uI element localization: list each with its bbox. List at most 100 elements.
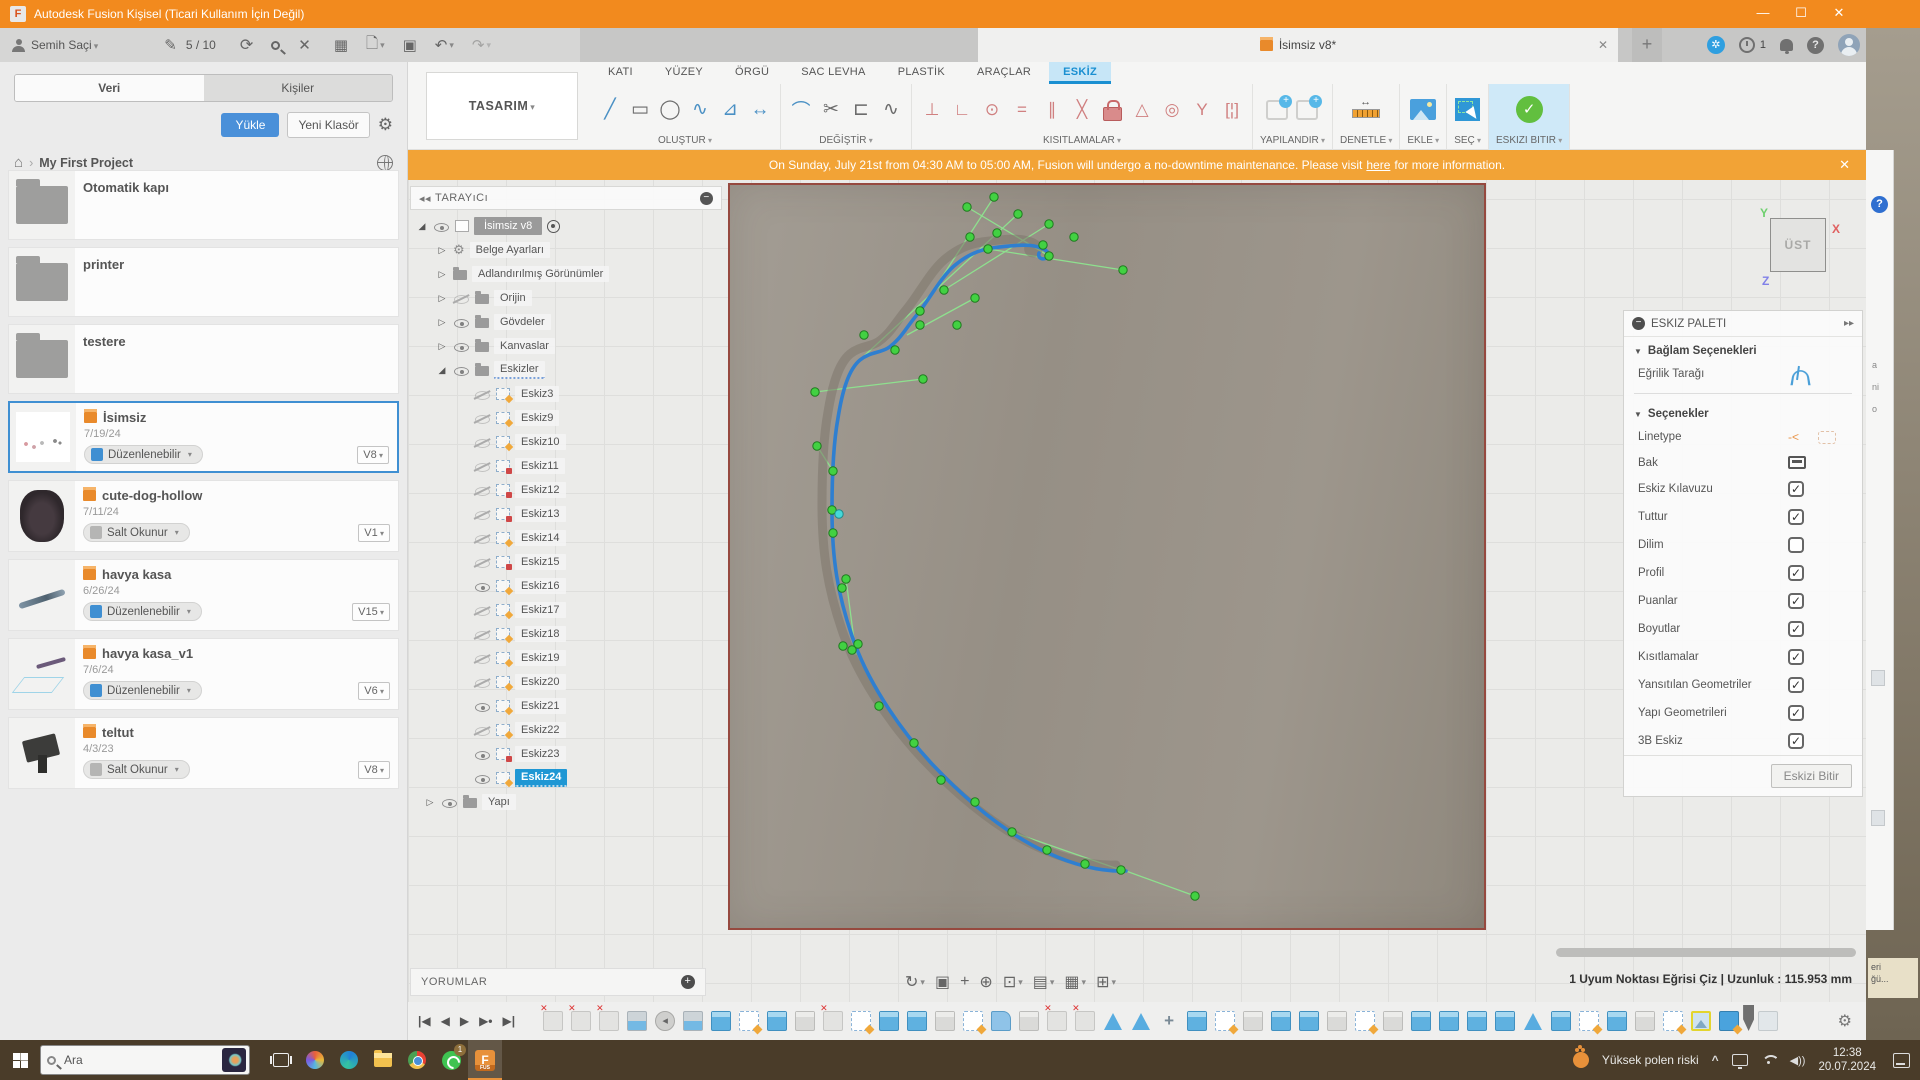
timeline-feature-sketch-24[interactable] [1215, 1011, 1236, 1031]
folder-card[interactable]: Otomatik kapı [8, 170, 399, 240]
tangent-icon[interactable]: ⊙ [979, 95, 1005, 125]
visibility-eye-icon[interactable] [453, 363, 470, 378]
file-card-cute-dog-hollow[interactable]: cute-dog-hollow 7/11/24 Salt Okunur V1 [8, 480, 399, 552]
browser-node-eskizler[interactable]: ◢ Eskizler [410, 358, 722, 382]
visibility-eye-icon[interactable] [474, 699, 491, 714]
sketch-label[interactable]: Eskiz3 [515, 386, 560, 402]
sketch-row-eskiz13[interactable]: Eskiz13 [410, 502, 722, 526]
freeform-icon[interactable]: ∿ [878, 95, 904, 125]
equal-icon[interactable]: = [1009, 95, 1035, 125]
cancel-icon[interactable]: ✕ [298, 36, 311, 54]
weather-text[interactable]: Yüksek polen riski [1602, 1053, 1699, 1067]
add-comment-icon[interactable]: + [681, 975, 695, 989]
horizontal-scrollbar[interactable] [1556, 948, 1856, 957]
ribbon-group-label[interactable]: DENETLE [1340, 135, 1392, 150]
timeline-feature-gray-9[interactable] [795, 1011, 816, 1031]
checkbox[interactable]: ✓ [1788, 733, 1804, 749]
notification-clock-icon[interactable] [1738, 37, 1755, 53]
refresh-icon[interactable]: ⟳ [240, 35, 253, 55]
expander-icon[interactable]: ▷ [436, 293, 448, 304]
timeline-feature-gray-17[interactable] [1019, 1011, 1040, 1031]
playback-0[interactable]: |◀ [418, 1014, 431, 1028]
timeline-feature-cube-33[interactable] [1467, 1011, 1488, 1031]
version-selector[interactable]: V1 [358, 523, 390, 542]
version-selector[interactable]: V15 [352, 602, 390, 621]
palette-handle-icon[interactable]: − [1632, 317, 1645, 330]
sketch-row-eskiz14[interactable]: Eskiz14 [410, 526, 722, 550]
user-name[interactable]: Semih Saçi [31, 38, 92, 52]
coincident-icon[interactable]: ⊥ [919, 95, 945, 125]
visibility-eye-icon[interactable] [474, 555, 491, 570]
rectangle-icon[interactable]: ▭ [627, 95, 653, 125]
visibility-eye-icon[interactable] [474, 723, 491, 738]
timeline-feature-move-22[interactable] [1159, 1011, 1179, 1031]
timeline-feature-cube-26[interactable] [1271, 1011, 1292, 1031]
sketch-label[interactable]: Eskiz15 [515, 554, 566, 570]
sketch-label[interactable]: Eskiz22 [515, 722, 566, 738]
folder-card[interactable]: printer [8, 247, 399, 317]
checkbox[interactable]: ✓ [1788, 509, 1804, 525]
browser-node-kanvaslar[interactable]: ▷ Kanvaslar [410, 334, 722, 358]
version-selector[interactable]: V6 [358, 681, 390, 700]
timeline-feature-cube-13[interactable] [907, 1011, 928, 1031]
visibility-eye-icon[interactable] [474, 603, 491, 618]
search-icon[interactable] [271, 40, 281, 50]
ribbon-group-label[interactable]: KISITLAMALAR [1043, 135, 1121, 150]
visibility-eye-icon[interactable] [441, 795, 458, 810]
midpoint-icon[interactable]: Y [1189, 95, 1215, 125]
access-badge[interactable]: Düzenlenebilir [84, 445, 203, 464]
linetype-construction-icon[interactable] [1818, 430, 1836, 444]
minimize-button[interactable]: — [1744, 0, 1782, 28]
new-folder-button[interactable]: Yeni Klasör [287, 112, 370, 138]
timeline-feature-sketch-40[interactable] [1663, 1011, 1684, 1031]
sketch-label[interactable]: Eskiz23 [515, 746, 566, 762]
sketch-row-eskiz23[interactable]: Eskiz23 [410, 742, 722, 766]
display-settings-icon[interactable]: ▤ [1033, 972, 1055, 992]
timeline-feature-gray-14[interactable] [935, 1011, 956, 1031]
timeline-feature-err-1[interactable] [568, 1003, 592, 1031]
weather-pollen-icon[interactable] [1572, 1048, 1589, 1068]
taskbar-clock[interactable]: 12:38 20.07.2024 [1818, 1046, 1876, 1074]
timeline-feature-back-4[interactable] [655, 1011, 676, 1031]
pan-icon[interactable]: + [960, 973, 969, 991]
ribbon-group-label[interactable]: ESKIZI BITIR [1496, 135, 1562, 150]
access-badge[interactable]: Düzenlenebilir [83, 681, 202, 700]
playback-1[interactable]: ◀ [441, 1014, 450, 1028]
browser-node-g-vdeler[interactable]: ▷ Gövdeler [410, 310, 722, 334]
circle-icon[interactable]: ◯ [657, 95, 683, 125]
folder-card[interactable]: testere [8, 324, 399, 394]
perpendicular-icon[interactable]: ╳ [1069, 95, 1095, 125]
checkbox[interactable] [1788, 537, 1804, 553]
whatsapp-button[interactable]: 1 [434, 1040, 468, 1080]
visibility-eye-icon[interactable] [474, 747, 491, 762]
file-explorer-button[interactable] [366, 1040, 400, 1080]
look-at-icon[interactable]: ▣ [935, 972, 950, 992]
checkbox[interactable]: ✓ [1788, 705, 1804, 721]
timeline-feature-cube-8[interactable] [767, 1011, 788, 1031]
new-document-tab-button[interactable]: + [1632, 28, 1662, 62]
breadcrumb-project[interactable]: My First Project [39, 156, 133, 170]
activate-radio-icon[interactable] [547, 219, 561, 233]
playback-3[interactable]: ▶• [479, 1014, 492, 1028]
offset-icon[interactable]: ⊏ [848, 95, 874, 125]
timeline-feature-err-10[interactable] [820, 1003, 844, 1031]
access-badge[interactable]: Salt Okunur [83, 523, 190, 542]
visibility-eye-icon[interactable] [474, 579, 491, 594]
grid-settings-icon[interactable]: ▦ [1064, 972, 1086, 992]
browser-minimize-icon[interactable]: − [700, 191, 713, 205]
symmetry-icon[interactable]: [¦] [1219, 95, 1245, 125]
timeline-feature-tri-35[interactable] [1523, 1011, 1543, 1031]
timeline-feature-imgblue-42[interactable] [1719, 1011, 1740, 1031]
browser-node-orijin[interactable]: ▷ Orijin [410, 286, 722, 310]
timeline-feature-cube-36[interactable] [1551, 1011, 1572, 1031]
sketch-label[interactable]: Eskiz21 [515, 698, 566, 714]
palette-expand-icon[interactable]: ▸▸ [1844, 318, 1854, 329]
insert-canvas-icon[interactable] [1410, 95, 1437, 125]
ribbon-tab-örgü[interactable]: ÖRGÜ [721, 62, 783, 84]
playback-4[interactable]: ▶| [503, 1014, 516, 1028]
timeline-feature-cube-32[interactable] [1439, 1011, 1460, 1031]
fillet-icon[interactable]: ⌒ [788, 95, 814, 125]
timeline-feature-sketch-29[interactable] [1355, 1011, 1376, 1031]
curvature-comb-icon[interactable] [1788, 367, 1810, 381]
trim-icon[interactable]: ✂ [818, 95, 844, 125]
